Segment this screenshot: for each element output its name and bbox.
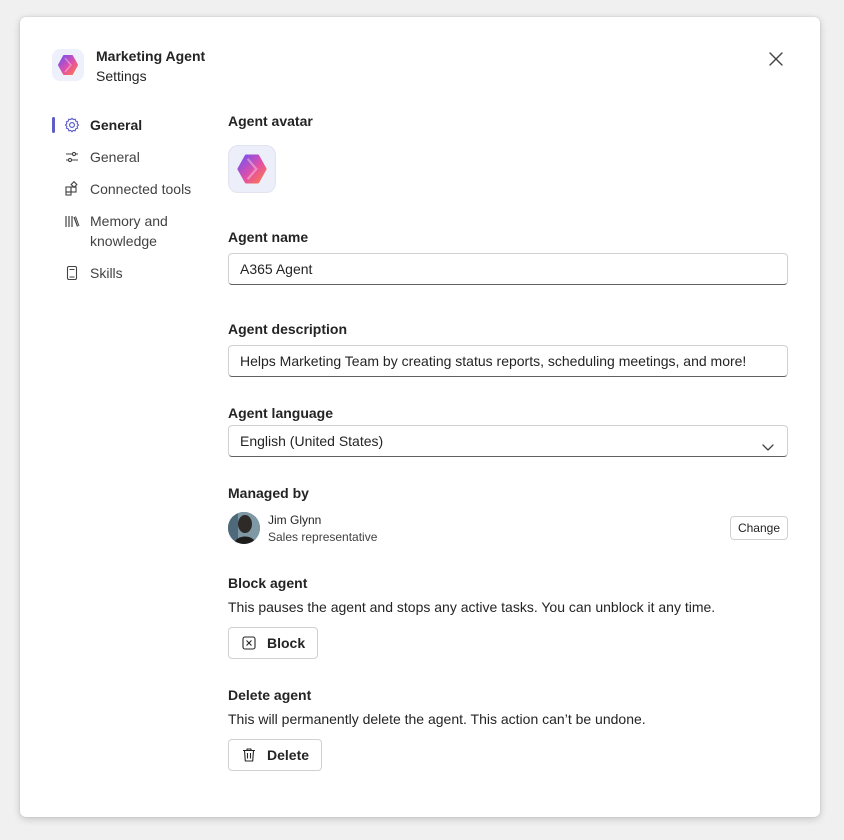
change-manager-button[interactable]: Change	[730, 516, 788, 540]
manager-role: Sales representative	[268, 530, 378, 544]
block-agent-description: This pauses the agent and stops any acti…	[228, 599, 716, 615]
block-button[interactable]: Block	[228, 627, 319, 659]
nav-item-memory-knowledge[interactable]: Memory and knowledge	[52, 211, 184, 251]
notebook-icon	[64, 263, 80, 283]
dismiss-square-icon	[241, 635, 257, 651]
settings-dialog: Marketing Agent Settings General General…	[20, 17, 820, 817]
delete-button[interactable]: Delete	[228, 739, 323, 771]
nav-item-connected-tools[interactable]: Connected tools	[52, 179, 202, 199]
nav-item-skills[interactable]: Skills	[52, 263, 202, 283]
agent-logo-icon	[237, 154, 267, 184]
nav-item-general-settings[interactable]: General	[52, 115, 202, 135]
agent-description-label: Agent description	[228, 321, 348, 337]
nav-item-label: Memory and knowledge	[90, 213, 168, 249]
block-agent-label: Block agent	[228, 575, 308, 591]
avatar	[228, 512, 260, 544]
agent-avatar-button[interactable]	[228, 145, 276, 193]
sliders-icon	[64, 147, 80, 167]
chevron-down-icon	[761, 434, 775, 456]
dialog-title: Marketing Agent	[96, 48, 206, 64]
nav-item-label: General	[90, 117, 143, 133]
agent-language-select[interactable]: English (United States)	[228, 425, 788, 457]
library-books-icon	[64, 211, 80, 231]
block-button-label: Block	[267, 635, 306, 651]
trash-icon	[241, 747, 257, 763]
dialog-subtitle: Settings	[96, 68, 147, 84]
nav-item-general[interactable]: General	[52, 147, 202, 167]
agent-description-input[interactable]: Helps Marketing Team by creating status …	[228, 345, 788, 377]
apps-add-icon	[64, 179, 80, 199]
agent-logo-icon	[52, 49, 84, 81]
delete-button-label: Delete	[267, 747, 310, 763]
settings-gear-icon	[64, 115, 80, 135]
agent-name-input[interactable]: A365 Agent	[228, 253, 788, 285]
nav-item-label: Skills	[90, 265, 123, 281]
nav-item-label: General	[90, 149, 140, 165]
delete-agent-label: Delete agent	[228, 687, 312, 703]
close-icon	[769, 52, 783, 66]
agent-name-label: Agent name	[228, 229, 309, 245]
nav-item-label: Connected tools	[90, 181, 192, 197]
managed-by-label: Managed by	[228, 485, 309, 501]
agent-language-label: Agent language	[228, 405, 334, 421]
close-button[interactable]	[764, 47, 788, 71]
manager-name: Jim Glynn	[268, 513, 322, 527]
selected-language: English (United States)	[240, 433, 384, 449]
settings-nav: General General Connected tools Memory a…	[52, 115, 202, 295]
agent-avatar-label: Agent avatar	[228, 113, 313, 129]
delete-agent-description: This will permanently delete the agent. …	[228, 711, 646, 727]
